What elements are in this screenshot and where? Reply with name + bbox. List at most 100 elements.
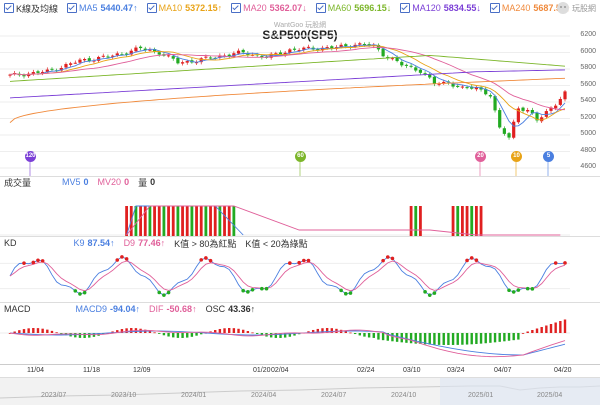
- vol-label: 量: [138, 177, 148, 188]
- osc-bar: [554, 322, 557, 333]
- ma20-checkbox[interactable]: [231, 3, 242, 13]
- d-label: D9: [123, 238, 136, 248]
- candle-body: [358, 43, 362, 45]
- osc-bar: [372, 333, 375, 338]
- candle-body: [83, 58, 87, 61]
- osc-bar: [381, 333, 385, 341]
- osc-bar: [512, 333, 515, 341]
- candle-body: [101, 55, 105, 57]
- volume-bar: [213, 206, 217, 236]
- ma120-value: 5834.55↓: [443, 3, 481, 13]
- ma60-label: MA60: [327, 3, 352, 13]
- logo-text: 玩股網: [572, 3, 596, 13]
- y-tick-label: 5200: [580, 113, 596, 121]
- kd-red-dot: [31, 260, 36, 265]
- volume-bar: [148, 206, 152, 236]
- kd-plot[interactable]: [0, 251, 600, 301]
- volume-plot[interactable]: [0, 190, 600, 236]
- legend-ma60[interactable]: MA60 5696.15↓: [315, 3, 391, 13]
- osc-bar: [22, 329, 26, 333]
- ma120-checkbox[interactable]: [400, 3, 411, 13]
- macd9-value: -94.04↑: [110, 304, 141, 314]
- navigator-label: 2024/04: [251, 392, 277, 399]
- osc-bar: [237, 328, 240, 333]
- osc-bar: [181, 333, 184, 338]
- candle-body: [381, 48, 385, 57]
- k-line: [9, 256, 566, 296]
- osc-bar: [479, 333, 483, 344]
- kd-green-dot: [82, 290, 87, 295]
- kd-note-red: K值 > 80為紅點: [174, 238, 237, 249]
- osc-bar: [526, 331, 529, 333]
- period-badge-5[interactable]: 5: [543, 151, 554, 162]
- macd-plot[interactable]: [0, 317, 600, 363]
- legend-ma5[interactable]: MA5 5440.47↑: [67, 3, 138, 13]
- legend-title-checkbox[interactable]: [4, 3, 14, 13]
- ma240-checkbox[interactable]: [489, 3, 500, 13]
- volume-bar: [195, 206, 198, 236]
- y-tick-label: 4600: [580, 163, 596, 170]
- ma5-label: MA5: [79, 3, 98, 13]
- mv5-value: 0: [83, 177, 89, 187]
- x-tick-label: 03/24: [447, 367, 465, 374]
- osc-bar: [36, 328, 40, 333]
- period-badge-60[interactable]: 60: [295, 151, 306, 162]
- osc-bar: [251, 332, 254, 334]
- kd-red-dot: [208, 258, 213, 263]
- candle-body: [306, 46, 311, 48]
- macd9-label: MACD9: [75, 304, 108, 314]
- osc-bar: [55, 332, 58, 334]
- range-navigator[interactable]: 2023/07 2023/10 2024/01 2024/04 2024/07 2024/…: [0, 377, 600, 405]
- candle-body: [521, 107, 525, 111]
- ma10-value: 5372.15↑: [185, 3, 223, 13]
- kd-green-dot: [427, 293, 432, 297]
- kd-green-dot: [525, 286, 530, 291]
- legend-ma120[interactable]: MA120 5834.55↓: [400, 3, 481, 13]
- candle-body: [166, 55, 171, 57]
- osc-bar: [447, 333, 450, 345]
- candle-body: [404, 64, 409, 66]
- kd-red-dot: [474, 258, 479, 262]
- osc-bar: [475, 333, 478, 344]
- candlestick-chart[interactable]: WantGoo 玩股網 S&P500(SP5) 6200 6000 5800 5600…: [0, 16, 600, 176]
- osc-bar: [517, 333, 520, 340]
- navigator-track[interactable]: [0, 378, 600, 405]
- osc-bar: [433, 333, 436, 345]
- kd-label: KD: [4, 238, 17, 248]
- ma10-checkbox[interactable]: [146, 3, 157, 13]
- osc-bar: [78, 333, 82, 338]
- ma5-checkbox[interactable]: [67, 3, 78, 13]
- kd-green-dot: [260, 286, 264, 291]
- volume-bar: [167, 206, 170, 236]
- legend-ma10[interactable]: MA10 5372.15↑: [146, 3, 223, 13]
- legend-ma20[interactable]: MA20 5362.07↓: [231, 3, 307, 13]
- k-label: K9: [73, 238, 85, 248]
- volume-bar: [232, 206, 236, 236]
- kd-red-dot: [120, 255, 124, 259]
- kd-green-dot: [78, 292, 82, 296]
- osc-bar: [377, 333, 380, 340]
- volume-bar: [419, 206, 422, 236]
- y-tick-label: 5600: [580, 80, 596, 88]
- candle-body: [502, 128, 506, 134]
- period-badge-20[interactable]: 20: [475, 151, 486, 162]
- candle-body: [292, 48, 297, 50]
- osc-bar: [405, 333, 408, 343]
- period-badge-120[interactable]: 120: [25, 151, 36, 162]
- candle-body: [344, 44, 348, 47]
- period-badge-10[interactable]: 10: [511, 151, 522, 162]
- kd-red-dot: [199, 258, 204, 262]
- candle-body: [488, 95, 492, 97]
- osc-bar: [176, 333, 180, 338]
- kd-green-dot: [241, 288, 245, 293]
- osc-bar: [451, 333, 455, 345]
- candle-body: [180, 62, 185, 64]
- kd-red-dot: [381, 258, 385, 263]
- logo-icon: [557, 2, 569, 14]
- osc-bar: [489, 333, 492, 343]
- osc-bar: [470, 333, 473, 345]
- ma60-checkbox[interactable]: [315, 3, 326, 13]
- macd-legend: MACD MACD9 -94.04↑ DIF -50.68↑ OSC 43.36…: [0, 301, 600, 317]
- volume-bar: [157, 206, 161, 236]
- kd-red-dot: [385, 255, 390, 259]
